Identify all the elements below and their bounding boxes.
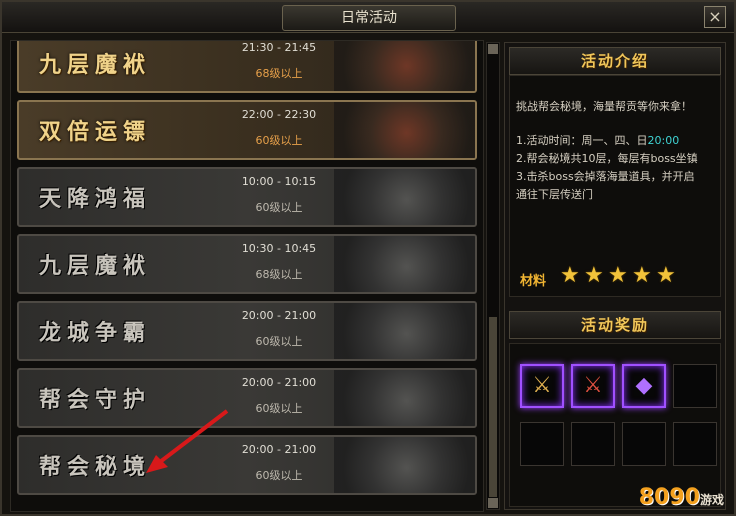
intro-time-prefix: 1.活动时间：周一、四、日: [516, 134, 648, 147]
activity-time: 20:00 - 21:00: [241, 443, 317, 456]
intro-text: 2.帮会秘境共10层，每层有boss坐镇: [516, 152, 698, 165]
intro-text: 通往下层传送门: [516, 188, 593, 201]
activity-name: 双倍运镖: [39, 119, 152, 145]
activity-artwork: [334, 102, 475, 158]
activity-artwork: [334, 169, 475, 225]
site-watermark: 8090游戏: [639, 485, 724, 510]
reward-item-slot[interactable]: ◆: [622, 364, 666, 408]
activity-name: 天降鸿福: [39, 186, 152, 212]
red-arrow-annotation: [146, 409, 229, 473]
activity-level: 60级以上: [255, 402, 303, 415]
star-icon: ★: [608, 263, 628, 288]
star-icon: ★: [584, 263, 604, 288]
star-icon: ★: [656, 263, 676, 288]
daily-activities-window: 日常活动 × 九层魔袱 21:30 - 21:45 68级以上 双倍运镖 22:…: [0, 0, 736, 516]
reward-empty-slot[interactable]: [673, 364, 717, 408]
activity-artwork: [334, 437, 475, 493]
reward-empty-slot[interactable]: [520, 422, 564, 466]
star-icon: ★: [632, 263, 652, 288]
activity-row[interactable]: 帮会守护 20:00 - 21:00 60级以上: [17, 368, 477, 428]
activity-artwork: [334, 370, 475, 426]
close-icon[interactable]: ×: [704, 6, 726, 28]
activity-artwork: [334, 41, 475, 91]
intro-text: 3.击杀boss会掉落海量道具，并开启: [516, 170, 695, 183]
activity-time: 22:00 - 22:30: [241, 108, 317, 121]
star-icon: ★: [560, 263, 580, 288]
activity-name: 龙城争霸: [39, 320, 152, 346]
intro-text: 挑战帮会秘境，海量帮贡等你来拿！: [516, 100, 692, 113]
activity-time: 21:30 - 21:45: [241, 41, 317, 54]
reward-empty-slot[interactable]: [622, 422, 666, 466]
activity-name: 帮会秘境: [39, 454, 152, 480]
activity-level: 68级以上: [255, 67, 303, 80]
watermark-brand: 8090: [638, 485, 700, 510]
activity-row[interactable]: 九层魔袱 21:30 - 21:45 68级以上: [17, 41, 477, 93]
activity-time: 10:00 - 10:15: [241, 175, 317, 188]
activity-level: 60级以上: [255, 335, 303, 348]
intro-box: 挑战帮会秘境，海量帮贡等你来拿！ 1.活动时间：周一、四、日20:00 2.帮会…: [509, 75, 721, 297]
token-icon: ⚔: [532, 373, 552, 398]
scroll-down-icon[interactable]: [488, 498, 498, 508]
activity-time: 10:30 - 10:45: [241, 242, 317, 255]
activity-level: 60级以上: [255, 134, 303, 147]
intro-heading: 活动介绍: [509, 47, 721, 75]
reward-item-slot[interactable]: ⚔: [571, 364, 615, 408]
activity-row[interactable]: 龙城争霸 20:00 - 21:00 60级以上: [17, 301, 477, 361]
scroll-up-icon[interactable]: [488, 44, 498, 54]
activity-artwork: [334, 236, 475, 292]
intro-time-line: 1.活动时间：周一、四、日20:00: [516, 132, 679, 148]
activity-list: 九层魔袱 21:30 - 21:45 68级以上 双倍运镖 22:00 - 22…: [10, 40, 484, 512]
reward-item-slot[interactable]: ⚔: [520, 364, 564, 408]
activity-name: 九层魔袱: [39, 253, 152, 279]
reward-grid: ⚔ ⚔ ◆: [509, 343, 721, 507]
material-label: 材料: [520, 274, 547, 289]
activity-row[interactable]: 双倍运镖 22:00 - 22:30 60级以上: [17, 100, 477, 160]
activity-artwork: [334, 303, 475, 359]
activity-detail-panel: 活动介绍 挑战帮会秘境，海量帮贡等你来拿！ 1.活动时间：周一、四、日20:00…: [504, 42, 726, 510]
reward-empty-slot[interactable]: [673, 422, 717, 466]
activity-name: 帮会守护: [39, 387, 152, 413]
reward-empty-slot[interactable]: [571, 422, 615, 466]
token-icon: ⚔: [583, 373, 603, 398]
activity-time: 20:00 - 21:00: [241, 376, 317, 389]
crystal-icon: ◆: [635, 373, 653, 398]
reward-heading: 活动奖励: [509, 311, 721, 339]
scroll-thumb[interactable]: [489, 317, 497, 497]
activity-row[interactable]: 天降鸿福 10:00 - 10:15 60级以上: [17, 167, 477, 227]
activity-row[interactable]: 九层魔袱 10:30 - 10:45 68级以上: [17, 234, 477, 294]
activity-name: 九层魔袱: [39, 52, 152, 78]
list-scrollbar[interactable]: [486, 42, 500, 510]
intro-time-value: 20:00: [647, 134, 680, 147]
activity-time: 20:00 - 21:00: [241, 309, 317, 322]
activity-level: 60级以上: [255, 201, 303, 214]
activity-row[interactable]: 帮会秘境 20:00 - 21:00 60级以上: [17, 435, 477, 495]
watermark-sub: 游戏: [699, 493, 724, 507]
activity-level: 60级以上: [255, 469, 303, 482]
window-title: 日常活动: [282, 5, 456, 31]
activity-level: 68级以上: [255, 268, 303, 281]
title-bar: 日常活动 ×: [2, 2, 734, 33]
